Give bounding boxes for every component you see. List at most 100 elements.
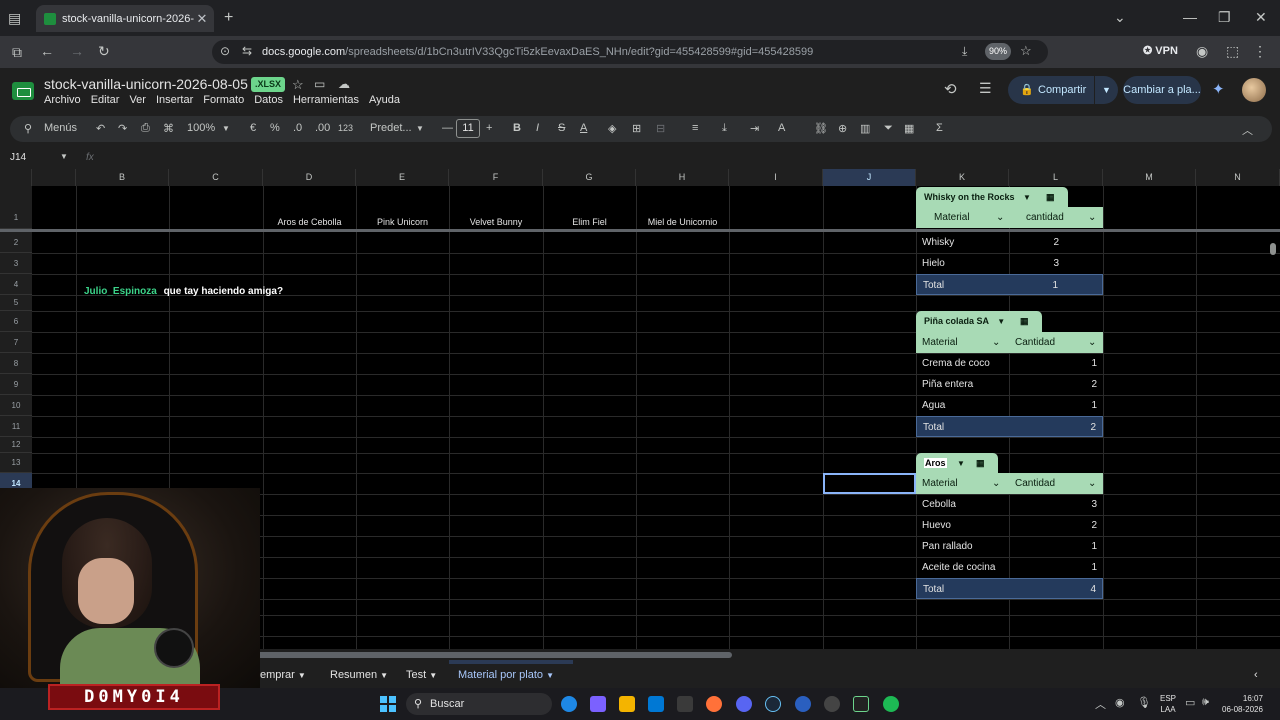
address-bar[interactable]: ⊙ ⇆ docs.google.com/spreadsheets/d/1bCn3… bbox=[212, 40, 1048, 64]
version-history-icon[interactable]: ⟲ bbox=[944, 80, 957, 98]
pivot-row[interactable]: Pan rallado 1 bbox=[916, 536, 1103, 557]
chevron-down-icon[interactable]: ▼ bbox=[957, 459, 965, 468]
pivot-title-whisky[interactable]: Whisky on the Rocks ▼ ▦ bbox=[916, 187, 1068, 208]
font-size-input[interactable]: 11 bbox=[456, 119, 480, 138]
increase-decimal[interactable]: .00 bbox=[315, 122, 330, 134]
pivot-row[interactable]: Piña entera 2 bbox=[916, 374, 1103, 395]
move-folder-icon[interactable]: ▭ bbox=[314, 77, 325, 91]
pivot-row[interactable]: Cebolla 3 bbox=[916, 494, 1103, 515]
column-header[interactable]: D bbox=[263, 169, 356, 186]
row-header[interactable]: 2 bbox=[0, 232, 32, 253]
row-header[interactable]: 10 bbox=[0, 395, 32, 416]
pivot-col-material[interactable]: Material bbox=[934, 212, 970, 223]
edge-icon[interactable] bbox=[561, 696, 577, 712]
row-header[interactable]: 6 bbox=[0, 311, 32, 332]
sidebar-toggle-icon[interactable]: ⧉ bbox=[12, 44, 22, 61]
pivot-row[interactable]: Hielo 3 bbox=[916, 253, 1103, 274]
pivot-row[interactable]: Whisky 2 bbox=[916, 232, 1103, 253]
pivot-row[interactable]: Agua 1 bbox=[916, 395, 1103, 416]
font-chevron-icon[interactable]: ▼ bbox=[416, 124, 424, 133]
menus-search[interactable]: Menús bbox=[44, 122, 77, 134]
cell-header-elim[interactable]: Elim Fiel bbox=[543, 217, 636, 227]
sheets-logo-icon[interactable] bbox=[12, 82, 34, 100]
row-header[interactable]: 11 bbox=[0, 416, 32, 437]
sheet-tab-test[interactable]: Test ▼ bbox=[406, 669, 437, 681]
pivot-title-text[interactable]: Aros bbox=[924, 458, 947, 468]
menu-archivo[interactable]: Archivo bbox=[44, 94, 81, 106]
star-icon[interactable]: ☆ bbox=[292, 77, 304, 93]
copilot-icon[interactable] bbox=[590, 696, 606, 712]
pivot-editor-icon[interactable]: ▦ bbox=[1020, 311, 1029, 332]
pivot-title-aros[interactable]: Aros ▼ ▦ bbox=[916, 453, 998, 474]
column-header[interactable]: B bbox=[76, 169, 169, 186]
forward-button[interactable]: → bbox=[70, 43, 84, 59]
browser-menu-icon[interactable]: ⋮ bbox=[1253, 43, 1267, 60]
bold-icon[interactable]: B bbox=[513, 122, 521, 134]
column-header[interactable]: H bbox=[636, 169, 729, 186]
column-header-a[interactable] bbox=[32, 169, 76, 186]
share-dropdown-icon[interactable]: ▼ bbox=[1094, 76, 1118, 104]
bookmark-star-icon[interactable]: ☆ bbox=[1020, 43, 1032, 59]
pivot-col-cantidad[interactable]: Cantidad bbox=[1015, 337, 1055, 348]
select-all-corner[interactable] bbox=[0, 169, 32, 186]
download-icon[interactable]: ⤓ bbox=[962, 44, 967, 59]
pivot-col-material[interactable]: Material bbox=[922, 337, 958, 348]
chevron-down-icon[interactable]: ⌄ bbox=[996, 212, 1004, 223]
document-title[interactable]: stock-vanilla-unicorn-2026-08-05 bbox=[44, 76, 248, 92]
volume-icon[interactable]: 🕪 bbox=[1202, 696, 1209, 709]
language-indicator[interactable]: ESP LAA bbox=[1160, 693, 1176, 715]
spotify-icon[interactable] bbox=[883, 696, 899, 712]
site-info-icon[interactable]: ⊙ bbox=[220, 44, 230, 58]
search-icon[interactable]: ⚲ bbox=[24, 122, 32, 135]
pivot-editor-icon[interactable]: ▦ bbox=[976, 453, 985, 474]
column-header[interactable]: I bbox=[729, 169, 823, 186]
tray-app-icon[interactable]: ◉ bbox=[1115, 696, 1125, 709]
chevron-down-icon[interactable]: ▼ bbox=[380, 671, 388, 680]
cell-header-miel[interactable]: Miel de Unicornio bbox=[636, 217, 729, 227]
number-format[interactable]: 123 bbox=[338, 123, 353, 133]
paint-format-icon[interactable]: ⌘ bbox=[163, 122, 174, 135]
column-header[interactable]: L bbox=[1009, 169, 1103, 186]
menu-insertar[interactable]: Insertar bbox=[156, 94, 193, 106]
font-select[interactable]: Predet... bbox=[370, 122, 412, 134]
pivot-col-cantidad[interactable]: Cantidad bbox=[1015, 478, 1055, 489]
close-tab-icon[interactable]: ✕ bbox=[194, 11, 210, 27]
column-header[interactable]: N bbox=[1196, 169, 1280, 186]
comments-icon[interactable]: ☰ bbox=[979, 80, 992, 97]
minimize-button[interactable]: — bbox=[1183, 9, 1197, 25]
tray-overflow-icon[interactable]: ︿ bbox=[1095, 696, 1106, 712]
vpn-badge[interactable]: ✪ VPN bbox=[1143, 44, 1178, 57]
reload-button[interactable]: ↻ bbox=[98, 43, 110, 60]
strikethrough-icon[interactable]: S bbox=[558, 122, 565, 134]
zoom-chip[interactable]: 90% bbox=[985, 43, 1011, 60]
pivot-total-row[interactable]: Total 2 bbox=[916, 416, 1103, 437]
sheet-tab-comprar[interactable]: emprar ▼ bbox=[260, 669, 306, 681]
pivot-total-row[interactable]: Total 4 bbox=[916, 578, 1103, 599]
page-info-icon[interactable]: ⇆ bbox=[242, 44, 252, 58]
text-wrap-icon[interactable]: ⇥ bbox=[750, 122, 759, 135]
row-header[interactable]: 3 bbox=[0, 253, 32, 274]
column-header[interactable]: G bbox=[543, 169, 636, 186]
close-window-button[interactable]: ✕ bbox=[1255, 9, 1267, 26]
row-header[interactable]: 8 bbox=[0, 353, 32, 374]
undo-icon[interactable]: ↶ bbox=[96, 122, 105, 135]
taskbar-app-icon[interactable] bbox=[677, 696, 693, 712]
back-button[interactable]: ← bbox=[40, 43, 54, 59]
firefox-icon[interactable] bbox=[706, 696, 722, 712]
menu-ayuda[interactable]: Ayuda bbox=[369, 94, 400, 106]
text-rotation-icon[interactable]: A bbox=[778, 122, 785, 134]
menu-herramientas[interactable]: Herramientas bbox=[293, 94, 359, 106]
cell-header-pink[interactable]: Pink Unicorn bbox=[356, 217, 449, 227]
chevron-down-icon[interactable]: ⌄ bbox=[1088, 212, 1096, 223]
menu-editar[interactable]: Editar bbox=[91, 94, 120, 106]
pivot-row[interactable]: Crema de coco 1 bbox=[916, 353, 1103, 374]
chevron-down-icon[interactable]: ▼ bbox=[546, 671, 554, 680]
network-icon[interactable]: ▭ bbox=[1185, 696, 1195, 709]
filter-icon[interactable]: ⏷ bbox=[884, 122, 893, 135]
filter-views-icon[interactable]: ▦ bbox=[904, 122, 914, 135]
row-header[interactable]: 13 bbox=[0, 453, 32, 473]
cell-header-aros[interactable]: Aros de Cebolla bbox=[263, 217, 356, 227]
row-header[interactable]: 1 bbox=[0, 186, 32, 229]
selected-cell[interactable] bbox=[823, 473, 916, 494]
windows-start-icon[interactable] bbox=[380, 696, 396, 712]
